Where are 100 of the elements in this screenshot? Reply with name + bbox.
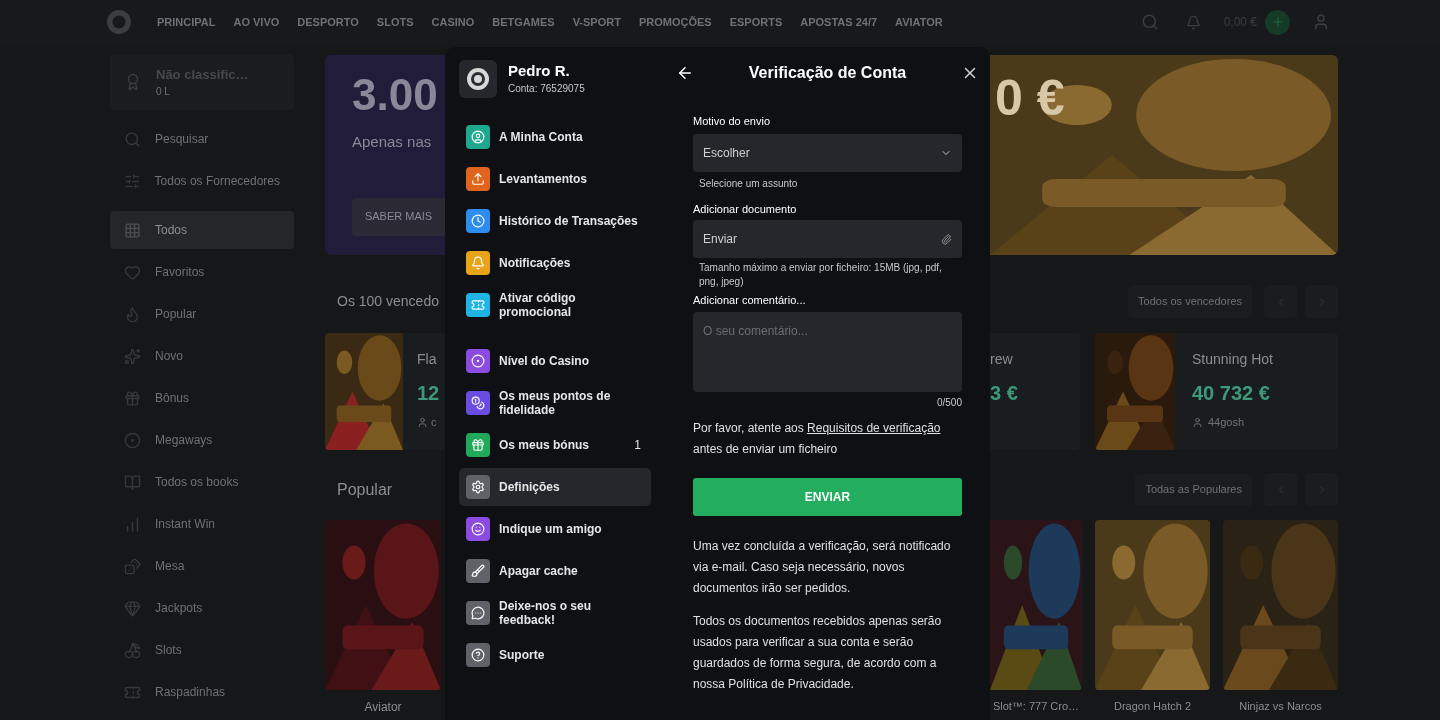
circle-icon [124, 431, 141, 449]
user-icon [471, 130, 485, 144]
reason-select[interactable]: Escolher [693, 133, 962, 172]
menu-item[interactable]: Suporte [459, 636, 651, 674]
game-title: Slot™: 777 Cro… [992, 699, 1080, 714]
brush-icon [471, 564, 485, 578]
menu-item[interactable]: Ativar código promocional [459, 286, 651, 324]
user-icon [1192, 416, 1203, 428]
bell-icon [471, 256, 485, 270]
search-icon [124, 130, 141, 148]
nav-link[interactable]: PROMOÇÕES [638, 13, 712, 31]
field-label: Adicionar documento [693, 201, 798, 217]
nav-link[interactable]: CASINO [431, 13, 475, 31]
nav-link[interactable]: PRINCIPAL [157, 13, 216, 31]
game-title: Aviator [364, 699, 402, 716]
user-icon [417, 416, 428, 428]
upload-icon [471, 172, 485, 186]
nav-link[interactable]: ESPORTS [729, 13, 783, 31]
win-amount: 12 [417, 381, 440, 406]
verification-notice: Por favor, atente aos Requisitos de verificação antes de enviar um ficheiro [693, 419, 942, 458]
all-popular-button[interactable]: Todas as Populares [1135, 473, 1252, 506]
user-name: Pedro R. [508, 62, 571, 81]
flame-icon [124, 305, 141, 323]
nav-link[interactable]: APOSTAS 24/7 [800, 13, 878, 31]
nav-link[interactable]: AO VIVO [233, 13, 280, 31]
deposit-button[interactable] [1265, 9, 1290, 35]
winner-name: 44gosh [1208, 415, 1245, 430]
bell-icon[interactable] [1185, 14, 1201, 30]
requirements-link[interactable]: Requisitos de verificação [807, 420, 941, 435]
sidebar-item[interactable]: Raspadinhas [110, 673, 294, 711]
sidebar-item[interactable]: Todos [110, 211, 294, 249]
menu-item[interactable]: A Minha Conta [459, 118, 651, 156]
search-icon[interactable] [1140, 13, 1159, 31]
nav-link[interactable]: DESPORTO [297, 13, 359, 31]
sidebar-item[interactable]: Popular [110, 295, 294, 333]
settings-icon [471, 480, 485, 494]
banner-amount: 3.00 [352, 73, 439, 117]
menu-item[interactable]: Deixe-nos o seu feedback! [459, 594, 651, 632]
game-title: Stunning Hot [1192, 350, 1273, 369]
sidebar-item[interactable]: Pesquisar [110, 120, 294, 158]
menu-item[interactable]: Nível do Casino [459, 342, 651, 380]
count-label: 1 [634, 437, 642, 454]
menu-item[interactable]: Definições [459, 468, 651, 506]
rank-points: 0 L [156, 85, 171, 100]
menu-item[interactable]: Apagar cache [459, 552, 651, 590]
menu-item[interactable]: Levantamentos [459, 160, 651, 198]
menu-item[interactable]: Histórico de Transações [459, 202, 651, 240]
nav-link[interactable]: SLOTS [376, 13, 414, 31]
nav-link[interactable]: V-SPORT [572, 13, 621, 31]
all-winners-button[interactable]: Todos os vencedores [1128, 285, 1252, 318]
ticket-icon [471, 298, 485, 312]
grid-icon [124, 221, 141, 239]
winner-card[interactable]: Stunning Hot 40 732 € 44gosh [1095, 333, 1338, 450]
logo-icon [466, 67, 490, 91]
section-title: Os 100 vencedo [336, 292, 439, 311]
smile-icon [471, 522, 485, 536]
filter-icon [124, 172, 141, 190]
menu-item[interactable]: Os meus bónus 1 [459, 426, 651, 464]
plus-icon [1270, 15, 1285, 29]
clock-icon [471, 214, 485, 228]
sidebar-item[interactable]: Todos os books [110, 463, 294, 501]
win-amount: 3 € [990, 381, 1018, 406]
menu-item[interactable]: Indique um amigo [459, 510, 651, 548]
menu-item[interactable]: Os meus pontos de fidelidade [459, 384, 651, 422]
chat-icon [471, 606, 485, 620]
target-icon [471, 354, 485, 368]
submit-button[interactable]: ENVIAR [693, 477, 962, 516]
banner-amount: 0 € [995, 73, 1065, 123]
panel-title: Verificação de Conta [747, 63, 908, 83]
comment-field[interactable]: O seu comentário... [693, 311, 962, 392]
sidebar-item[interactable]: Todos os Fornecedores [110, 162, 294, 200]
nav-link[interactable]: BETGAMES [492, 13, 555, 31]
user-icon[interactable] [1312, 13, 1330, 31]
sidebar-item[interactable]: Bônus [110, 379, 294, 417]
sidebar-item[interactable]: Mesa [110, 547, 294, 585]
sidebar-item[interactable]: Instant Win [110, 505, 294, 543]
info-paragraph: Todos os documentos recebidos apenas serão usados para verificar a sua conta e serão guardados de forma segura, de acordo com a nossa Política de Privacidade. [693, 612, 943, 693]
logo-icon [106, 9, 132, 35]
field-label: Adicionar comentário... [693, 293, 807, 308]
field-hint: Selecione um assunto [698, 176, 799, 191]
winner-card[interactable]: rew 3 € [990, 333, 1080, 450]
learn-more-button[interactable]: SABER MAIS [352, 197, 445, 236]
heart-icon [124, 263, 141, 281]
help-icon [471, 648, 485, 662]
sidebar-item[interactable]: Megaways [110, 421, 294, 459]
sidebar-item[interactable]: Favoritos [110, 253, 294, 291]
sidebar-item[interactable]: Slots [110, 631, 294, 669]
upload-field[interactable]: Enviar [693, 220, 962, 258]
section-title: Popular [336, 480, 393, 500]
cherry-icon [124, 641, 141, 659]
sidebar-item[interactable]: Novo [110, 337, 294, 375]
menu-item[interactable]: Notificações [459, 244, 651, 282]
character-counter: 0/500 [936, 395, 962, 410]
sidebar-item[interactable]: Jackpots [110, 589, 294, 627]
sparkle-icon [124, 347, 141, 365]
winner-card[interactable]: Fla 12 c [325, 333, 445, 450]
gem-icon [124, 599, 141, 617]
book-icon [124, 473, 141, 491]
field-hint: Tamanho máximo a enviar por ficheiro: 15MB (jpg, pdf, png, jpeg) [698, 261, 943, 289]
nav-link[interactable]: AVIATOR [895, 13, 943, 31]
